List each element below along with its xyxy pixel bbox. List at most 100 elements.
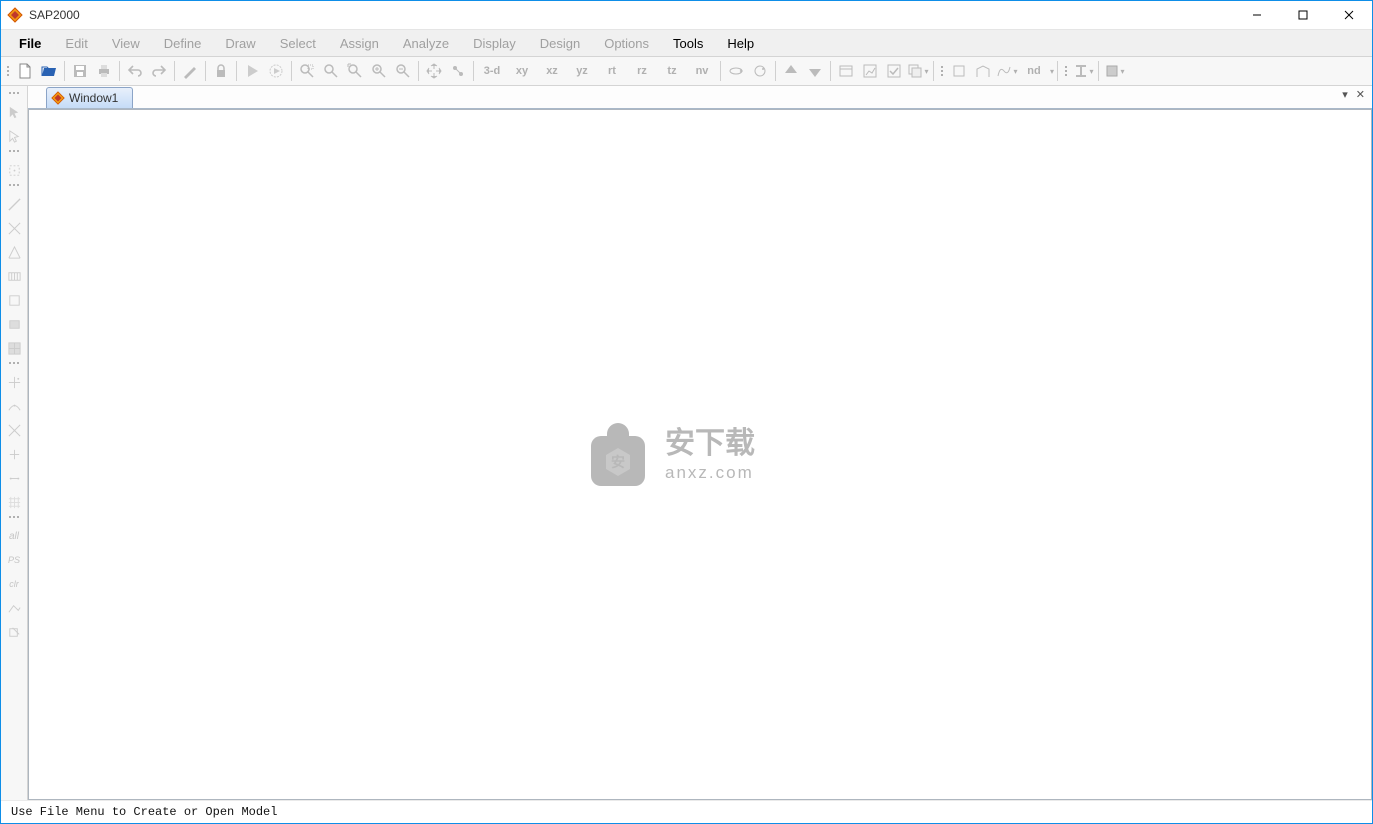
print-button[interactable] [92, 59, 116, 83]
maximize-button[interactable] [1280, 1, 1326, 29]
quick-brace-button[interactable] [3, 240, 25, 264]
move-up-button[interactable] [779, 59, 803, 83]
pan-button[interactable] [422, 59, 446, 83]
snap-intersect-button[interactable] [3, 418, 25, 442]
prev-selection-button[interactable]: PS [3, 548, 25, 572]
menu-draw[interactable]: Draw [213, 30, 267, 56]
toolbar-grip-icon [3, 150, 25, 156]
lock-button[interactable] [209, 59, 233, 83]
open-file-button[interactable] [37, 59, 61, 83]
menu-edit[interactable]: Edit [53, 30, 99, 56]
menu-file[interactable]: File [7, 30, 53, 56]
set-display-options-button[interactable] [882, 59, 906, 83]
toolbar-grip-icon [1063, 60, 1069, 82]
quick-frame-button[interactable] [3, 216, 25, 240]
frame-releases-button[interactable] [971, 59, 995, 83]
menu-help[interactable]: Help [715, 30, 766, 56]
toolbar-separator-icon [1057, 61, 1058, 81]
titlebar: SAP2000 [1, 1, 1372, 30]
quick-secondary-beam-button[interactable] [3, 264, 25, 288]
close-button[interactable] [1326, 1, 1372, 29]
menu-design[interactable]: Design [528, 30, 592, 56]
watermark-url: anxz.com [665, 463, 815, 483]
run-animation-button[interactable] [264, 59, 288, 83]
i-section-button[interactable]: ▾ [1071, 59, 1095, 83]
toolbar-separator-icon [775, 61, 776, 81]
snap-midpoints-button[interactable] [3, 394, 25, 418]
view-tz-button[interactable]: tz [657, 59, 687, 83]
minimize-button[interactable] [1234, 1, 1280, 29]
toolbar-separator-icon [291, 61, 292, 81]
model-canvas[interactable]: 安 安下载 anxz.com [28, 109, 1372, 800]
toolbar-separator-icon [473, 61, 474, 81]
svg-text:安: 安 [611, 454, 625, 470]
content-area: Window1 ▾ ✕ 安 安下载 [28, 86, 1372, 800]
zoom-full-button[interactable] [343, 59, 367, 83]
tab-close-button[interactable]: ✕ [1353, 88, 1368, 101]
menu-view[interactable]: View [100, 30, 152, 56]
menu-assign[interactable]: Assign [328, 30, 391, 56]
snap-perp-button[interactable] [3, 442, 25, 466]
pointer-tool-button[interactable] [3, 100, 25, 124]
watermark-cn-icon: 安下载 [665, 427, 815, 461]
nd-button[interactable]: nd [1019, 59, 1049, 83]
window-tabstrip: Window1 ▾ ✕ [28, 86, 1372, 109]
tab-dropdown-button[interactable]: ▾ [1339, 88, 1351, 101]
view-nv-button[interactable]: nv [687, 59, 717, 83]
view-xz-button[interactable]: xz [537, 59, 567, 83]
menu-tools[interactable]: Tools [661, 30, 715, 56]
menu-define[interactable]: Define [152, 30, 214, 56]
menu-options[interactable]: Options [592, 30, 661, 56]
select-all-button[interactable]: all [3, 524, 25, 548]
toolbar-separator-icon [720, 61, 721, 81]
show-selection-button[interactable] [446, 59, 470, 83]
zoom-out-button[interactable] [391, 59, 415, 83]
main-area: all PS clr Window1 ▾ ✕ [1, 86, 1372, 800]
zoom-in-button[interactable] [367, 59, 391, 83]
new-file-button[interactable] [13, 59, 37, 83]
save-button[interactable] [68, 59, 92, 83]
draw-frame-button[interactable] [3, 192, 25, 216]
side-toolbar: all PS clr [1, 86, 28, 800]
frame-sections-button[interactable] [947, 59, 971, 83]
snap-grid-button[interactable] [3, 490, 25, 514]
perspective-button[interactable] [748, 59, 772, 83]
zoom-rubber-button[interactable] [295, 59, 319, 83]
window-tab-label: Window1 [69, 91, 118, 105]
frame-offsets-button[interactable]: ▾ [995, 59, 1019, 83]
window-tab[interactable]: Window1 [46, 87, 133, 108]
menu-analyze[interactable]: Analyze [391, 30, 461, 56]
undo-button[interactable] [123, 59, 147, 83]
view-yz-button[interactable]: yz [567, 59, 597, 83]
box-section-button[interactable]: ▾ [1102, 59, 1126, 83]
view-rt-button[interactable]: rt [597, 59, 627, 83]
intersecting-area-select-button[interactable] [3, 620, 25, 644]
object-shrink-button[interactable] [858, 59, 882, 83]
reshape-tool-button[interactable] [3, 124, 25, 148]
run-analysis-button[interactable] [240, 59, 264, 83]
menu-select[interactable]: Select [268, 30, 328, 56]
set-named-view-button[interactable] [834, 59, 858, 83]
view-xy-button[interactable]: xy [507, 59, 537, 83]
tabstrip-controls: ▾ ✕ [1339, 88, 1368, 101]
menu-display[interactable]: Display [461, 30, 528, 56]
clear-selection-button[interactable]: clr [3, 572, 25, 596]
draw-button[interactable] [178, 59, 202, 83]
rotate-3d-button[interactable] [724, 59, 748, 83]
snap-joints-button[interactable] [3, 370, 25, 394]
quick-area-button[interactable] [3, 336, 25, 360]
snap-lines-button[interactable] [3, 466, 25, 490]
view-rz-button[interactable]: rz [627, 59, 657, 83]
draw-rect-area-button[interactable] [3, 312, 25, 336]
special-joint-button[interactable] [3, 158, 25, 182]
toolbar-grip-icon [5, 60, 11, 82]
view-3d-button[interactable]: 3-d [477, 59, 507, 83]
move-down-button[interactable] [803, 59, 827, 83]
named-sets-button[interactable]: ▾ [906, 59, 930, 83]
intersecting-line-select-button[interactable] [3, 596, 25, 620]
watermark: 安 安下载 anxz.com [585, 420, 815, 490]
zoom-restore-button[interactable] [319, 59, 343, 83]
toolbar-separator-icon [933, 61, 934, 81]
redo-button[interactable] [147, 59, 171, 83]
draw-poly-area-button[interactable] [3, 288, 25, 312]
